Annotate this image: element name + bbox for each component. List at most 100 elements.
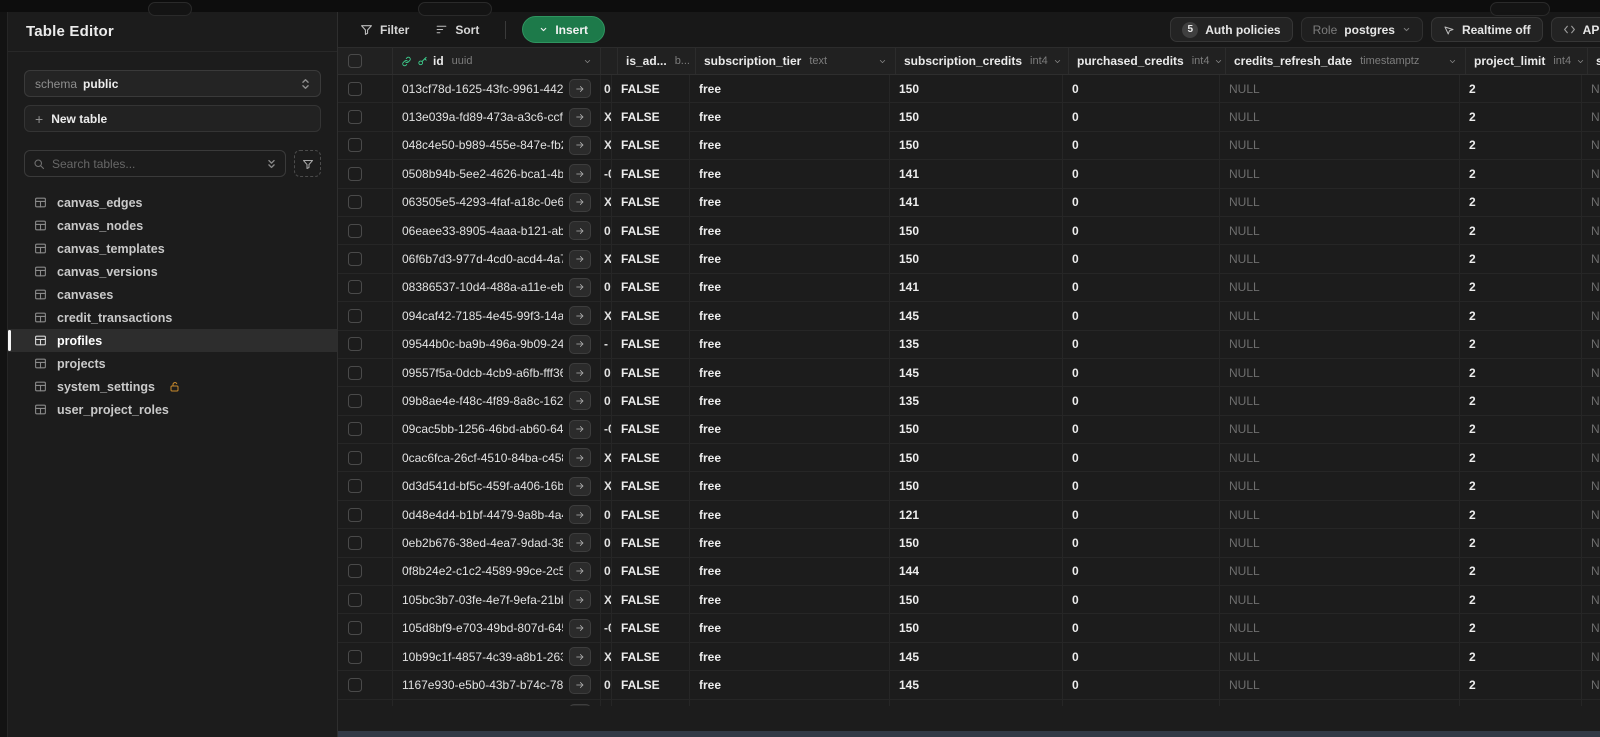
cell-clip[interactable]: -0 [601,614,612,642]
cell-project_limit[interactable]: 2 [1460,103,1582,131]
cell-subscription_tier[interactable]: free [690,586,890,614]
expand-row-button[interactable] [569,647,591,666]
cell-project_limit[interactable]: 2 [1460,529,1582,557]
cell-clip[interactable]: X [601,302,612,330]
row-checkbox[interactable] [348,393,362,408]
cell-subscription_tier[interactable]: free [690,302,890,330]
column-header-credits_refresh_date[interactable]: credits_refresh_date timestamptz [1226,48,1466,74]
cell-next[interactable]: NULL [1582,387,1600,414]
cell-id[interactable]: 0f8b24e2-c1c2-4589-99ce-2c52d... [393,557,601,586]
cell-subscription_credits[interactable]: 150 [890,131,1063,160]
cell-subscription_tier[interactable]: free [690,330,890,358]
cell-subscription_tier[interactable]: free [690,216,890,245]
cell-project_limit[interactable]: 2 [1460,302,1582,330]
cell-credits_refresh_date[interactable]: NULL [1220,529,1460,557]
cell-purchased_credits[interactable]: 0 [1063,699,1220,706]
cell-credits_refresh_date[interactable]: NULL [1220,75,1460,103]
row-checkbox[interactable] [348,564,362,579]
expand-row-button[interactable] [569,334,591,354]
cell-clip[interactable]: X [601,586,612,614]
expand-row-button[interactable] [569,448,591,468]
insert-button[interactable]: Insert [522,16,606,43]
sidebar-item-system_settings[interactable]: system_settings [8,375,337,398]
cell-is_admin[interactable]: FALSE [612,529,690,557]
cell-is_admin[interactable]: FALSE [612,500,690,529]
cell-project_limit[interactable]: 2 [1460,642,1582,671]
cell-is_admin[interactable]: FALSE [612,642,690,671]
cell-credits_refresh_date[interactable]: NULL [1220,245,1460,273]
row-checkbox[interactable] [348,649,362,664]
cell-purchased_credits[interactable]: 0 [1063,245,1220,273]
cell-subscription_credits[interactable]: 145 [890,358,1063,387]
cell-credits_refresh_date[interactable]: NULL [1220,160,1460,188]
cell-is_admin[interactable]: FALSE [612,415,690,444]
cell-next[interactable]: NULL [1582,359,1600,386]
cell-subscription_credits[interactable]: 145 [890,642,1063,671]
cell-project_limit[interactable]: 2 [1460,699,1582,706]
cell-purchased_credits[interactable]: 0 [1063,415,1220,444]
cell-clip[interactable]: 0 [601,387,612,415]
cell-project_limit[interactable]: 2 [1460,500,1582,529]
cell-is_admin[interactable]: FALSE [612,586,690,614]
cell-purchased_credits[interactable]: 0 [1063,75,1220,103]
cell-is_admin[interactable]: FALSE [612,557,690,586]
cell-clip[interactable]: 0 [601,529,612,557]
schema-select[interactable]: schema public [24,70,321,97]
cell-id[interactable]: 08386537-10d4-488a-a11e-eb5a6... [393,273,601,302]
cell-subscription_tier[interactable]: free [690,387,890,415]
cell-subscription_tier[interactable]: free [690,358,890,387]
cell-id[interactable]: 0d48e4d4-b1bf-4479-9a8b-4a4b... [393,500,601,529]
cell-is_admin[interactable]: FALSE [612,444,690,472]
cell-project_limit[interactable]: 2 [1460,216,1582,245]
cell-subscription_tier[interactable]: free [690,160,890,188]
cell-clip[interactable]: - [601,330,612,358]
cell-id[interactable]: 10b99c1f-4857-4c39-a8b1-263b8... [393,642,601,671]
cell-next[interactable]: NULL [1582,501,1600,528]
cell-is_admin[interactable]: FALSE [612,188,690,216]
cell-project_limit[interactable]: 2 [1460,444,1582,472]
cell-id[interactable]: 0cac6fca-26cf-4510-84ba-c4580... [393,444,601,472]
cell-id[interactable]: 094caf42-7185-4e45-99f3-14abee... [393,302,601,330]
cell-id[interactable]: 06f6b7d3-977d-4cd0-acd4-4a78... [393,245,601,273]
column-header-is_admin[interactable]: is_ad... b... [618,48,696,74]
filter-button[interactable]: Filter [350,17,419,43]
cell-project_limit[interactable]: 2 [1460,557,1582,586]
cell-purchased_credits[interactable]: 0 [1063,500,1220,529]
row-checkbox[interactable] [348,535,362,550]
cell-project_limit[interactable]: 2 [1460,614,1582,642]
cell-subscription_credits[interactable]: 150 [890,699,1063,706]
cell-subscription_credits[interactable]: 135 [890,330,1063,358]
cell-subscription_tier[interactable]: free [690,103,890,131]
expand-row-button[interactable] [569,391,591,411]
cell-subscription_tier[interactable]: free [690,529,890,557]
cell-is_admin[interactable]: FALSE [612,216,690,245]
row-checkbox[interactable] [348,138,362,153]
cell-clip[interactable]: X [601,188,612,216]
cell-credits_refresh_date[interactable]: NULL [1220,699,1460,706]
cell-credits_refresh_date[interactable]: NULL [1220,273,1460,302]
cell-next[interactable]: NULL [1582,643,1600,670]
cell-subscription_tier[interactable]: free [690,188,890,216]
cell-credits_refresh_date[interactable]: NULL [1220,330,1460,358]
cell-id[interactable]: 0eb2b676-38ed-4ea7-9dad-38e6... [393,529,601,557]
cell-purchased_credits[interactable]: 0 [1063,330,1220,358]
expand-row-button[interactable] [569,135,591,155]
expand-row-button[interactable] [569,675,591,695]
cell-purchased_credits[interactable]: 0 [1063,586,1220,614]
cell-is_admin[interactable]: FALSE [612,75,690,103]
row-checkbox[interactable] [348,621,362,636]
cell-subscription_tier[interactable]: free [690,444,890,472]
auth-policies-button[interactable]: 5 Auth policies [1170,17,1293,42]
column-header-purchased_credits[interactable]: purchased_credits int4 [1069,48,1226,74]
cell-is_admin[interactable]: FALSE [612,330,690,358]
row-checkbox[interactable] [348,479,362,494]
expand-row-button[interactable] [569,533,591,553]
cell-project_limit[interactable]: 2 [1460,75,1582,103]
cell-credits_refresh_date[interactable]: NULL [1220,216,1460,245]
cell-credits_refresh_date[interactable]: NULL [1220,586,1460,614]
expand-row-button[interactable] [569,476,591,496]
cell-credits_refresh_date[interactable]: NULL [1220,614,1460,642]
cell-id[interactable]: 09b8ae4e-f48c-4f89-8a8c-1629b... [393,387,601,415]
cell-is_admin[interactable]: FALSE [612,273,690,302]
row-checkbox[interactable] [348,422,362,437]
